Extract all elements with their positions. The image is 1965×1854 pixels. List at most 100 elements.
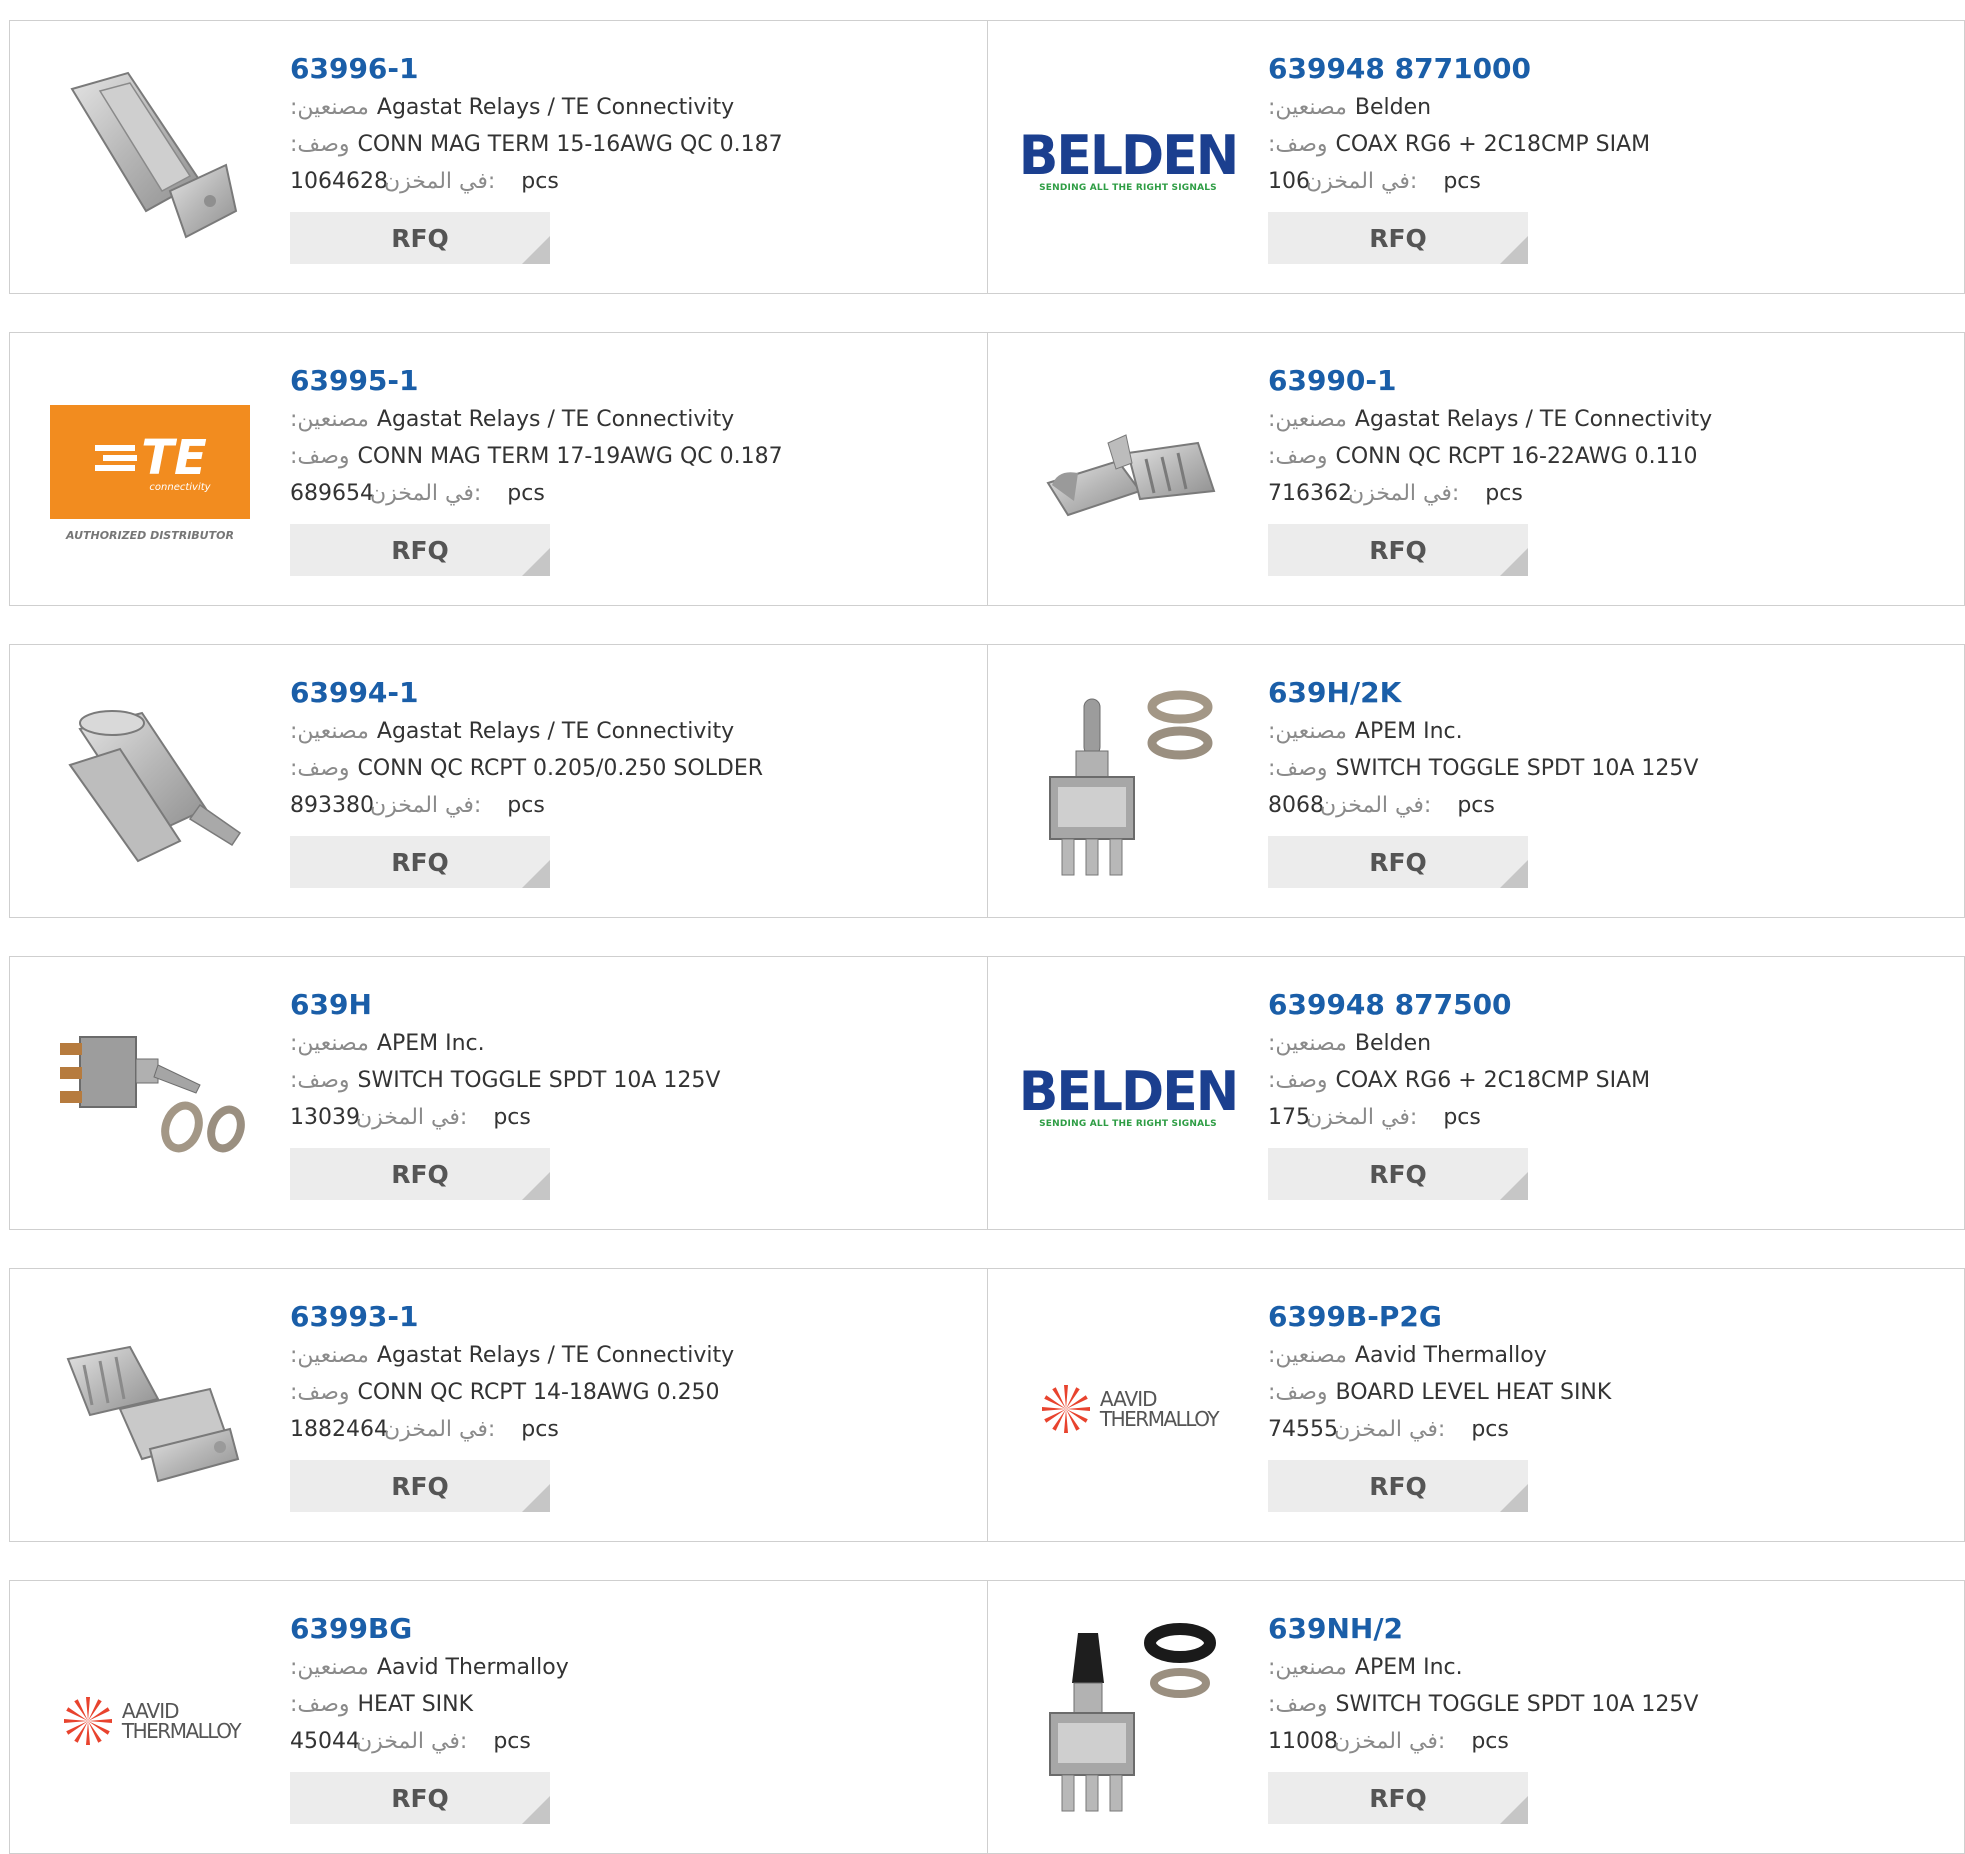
stock-value: 45044: [290, 1729, 360, 1754]
stock-value: 689654: [290, 481, 374, 506]
part-number-link[interactable]: 639H: [290, 985, 720, 1025]
aavid-logo-line1: AAVID: [121, 1699, 180, 1723]
manufacturer-line: :مصنعين APEM Inc.: [1268, 1649, 1698, 1686]
product-image[interactable]: [1028, 1621, 1228, 1821]
rfq-button[interactable]: RFQ: [290, 836, 550, 888]
rfq-label: RFQ: [1369, 847, 1427, 877]
part-number-link[interactable]: 639948 8771000: [1268, 49, 1650, 89]
manufacturer-label: :مصنعين: [290, 1655, 369, 1680]
manufacturer-line: :مصنعين Agastat Relays / TE Connectivity: [290, 89, 783, 126]
rfq-button[interactable]: RFQ: [290, 1148, 550, 1200]
product-row: 63996-1:مصنعين Agastat Relays / TE Connec…: [9, 20, 1965, 294]
description-value: CONN QC RCPT 16-22AWG 0.110: [1335, 444, 1698, 469]
product-image[interactable]: AAVID THERMALLOY: [50, 1621, 250, 1821]
product-image[interactable]: [50, 685, 250, 885]
description-value: COAX RG6 + 2C18CMP SIAM: [1335, 132, 1651, 157]
product-info: 63996-1:مصنعين Agastat Relays / TE Connec…: [290, 49, 783, 264]
product-image[interactable]: TE connectivity AUTHORIZED DISTRIBUTOR: [50, 373, 250, 573]
part-number-link[interactable]: 639948 877500: [1268, 985, 1650, 1025]
stock-unit: pcs: [1471, 1729, 1509, 1754]
description-value: CONN MAG TERM 15-16AWG QC 0.187: [357, 132, 783, 157]
rfq-button[interactable]: RFQ: [290, 1460, 550, 1512]
stock-unit: pcs: [1443, 169, 1481, 194]
product-row: TE connectivity AUTHORIZED DISTRIBUTOR 6399…: [9, 332, 1965, 606]
manufacturer-label: :مصنعين: [1268, 1031, 1347, 1056]
product-row: 63994-1:مصنعين Agastat Relays / TE Connec…: [9, 644, 1965, 918]
te-logo-text: TE: [141, 430, 207, 486]
stock-value: 74555: [1268, 1417, 1338, 1442]
manufacturer-label: :مصنعين: [1268, 95, 1347, 120]
product-image[interactable]: [1028, 685, 1228, 885]
part-number-link[interactable]: 63994-1: [290, 673, 763, 713]
rfq-button[interactable]: RFQ: [1268, 1460, 1528, 1512]
product-image[interactable]: AAVID THERMALLOY: [1028, 1309, 1228, 1509]
stock-unit: pcs: [507, 481, 545, 506]
manufacturer-value: Aavid Thermalloy: [376, 1655, 569, 1680]
description-value: HEAT SINK: [357, 1692, 474, 1717]
description-label: :وصف: [290, 132, 350, 157]
manufacturer-label: :مصنعين: [290, 719, 369, 744]
product-info: 639NH/2:مصنعين APEM Inc.:وصف SWITCH TOGGLE…: [1268, 1609, 1698, 1824]
part-number-link[interactable]: 63996-1: [290, 49, 783, 89]
part-number-link[interactable]: 6399BG: [290, 1609, 569, 1649]
rfq-label: RFQ: [1369, 223, 1427, 253]
part-number-link[interactable]: 639H/2K: [1268, 673, 1698, 713]
product-row: 63993-1:مصنعين Agastat Relays / TE Connec…: [9, 1268, 1965, 1542]
part-number-link[interactable]: 6399B-P2G: [1268, 1297, 1611, 1337]
part-number-link[interactable]: 63995-1: [290, 361, 783, 401]
rfq-button[interactable]: RFQ: [290, 212, 550, 264]
description-label: :وصف: [1268, 756, 1328, 781]
stock-value: 1064628: [290, 169, 388, 194]
product-image[interactable]: [50, 997, 250, 1197]
description-line: :وصف COAX RG6 + 2C18CMP SIAM: [1268, 1062, 1650, 1099]
manufacturer-value: Aavid Thermalloy: [1354, 1343, 1547, 1368]
rfq-button[interactable]: RFQ: [1268, 836, 1528, 888]
description-line: :وصف BOARD LEVEL HEAT SINK: [1268, 1374, 1611, 1411]
product-card: 639H:مصنعين APEM Inc.:وصف SWITCH TOGGLE SP…: [10, 957, 987, 1229]
part-number-link[interactable]: 639NH/2: [1268, 1609, 1698, 1649]
stock-unit: pcs: [1471, 1417, 1509, 1442]
manufacturer-value: Agastat Relays / TE Connectivity: [376, 95, 735, 120]
stock-label: في المخزن:: [1320, 793, 1432, 818]
product-image[interactable]: BELDEN SENDING ALL THE RIGHT SIGNALS: [1019, 61, 1239, 261]
toggle-switch-black-image: [1049, 1623, 1216, 1812]
rfq-button[interactable]: RFQ: [1268, 212, 1528, 264]
qc-terminal-image: [70, 71, 238, 239]
aavid-logo-line2: THERMALLOY: [1099, 1407, 1220, 1431]
rfq-button[interactable]: RFQ: [290, 524, 550, 576]
rfq-button[interactable]: RFQ: [290, 1772, 550, 1824]
product-card: 63990-1:مصنعين Agastat Relays / TE Connec…: [987, 333, 1964, 605]
manufacturer-label: :مصنعين: [290, 1031, 369, 1056]
stock-value: 13039: [290, 1105, 360, 1130]
product-image[interactable]: [50, 1309, 250, 1509]
rfq-button[interactable]: RFQ: [1268, 524, 1528, 576]
rfq-button[interactable]: RFQ: [1268, 1772, 1528, 1824]
product-card: BELDEN SENDING ALL THE RIGHT SIGNALS 63994…: [987, 21, 1964, 293]
description-label: :وصف: [1268, 1068, 1328, 1093]
stock-label: في المخزن:: [369, 481, 482, 506]
rfq-label: RFQ: [1369, 535, 1427, 565]
manufacturer-value: APEM Inc.: [1354, 1655, 1463, 1680]
stock-line: 13039في المخزن: pcs: [290, 1099, 720, 1136]
manufacturer-value: APEM Inc.: [376, 1031, 485, 1056]
manufacturer-line: :مصنعين Agastat Relays / TE Connectivity: [290, 401, 783, 438]
product-image[interactable]: BELDEN SENDING ALL THE RIGHT SIGNALS: [1019, 997, 1239, 1197]
manufacturer-label: :مصنعين: [1268, 407, 1347, 432]
description-value: COAX RG6 + 2C18CMP SIAM: [1335, 1068, 1651, 1093]
rfq-button[interactable]: RFQ: [1268, 1148, 1528, 1200]
product-row: AAVID THERMALLOY 6399BG :مصنعين Aavid Therma…: [9, 1580, 1965, 1854]
manufacturer-line: :مصنعين APEM Inc.: [1268, 713, 1698, 750]
part-number-link[interactable]: 63993-1: [290, 1297, 734, 1337]
product-image[interactable]: [50, 61, 250, 261]
product-image[interactable]: [1028, 373, 1228, 573]
stock-value: 106: [1268, 169, 1310, 194]
stock-value: 716362: [1268, 481, 1352, 506]
description-value: SWITCH TOGGLE SPDT 10A 125V: [1335, 756, 1699, 781]
description-value: BOARD LEVEL HEAT SINK: [1335, 1380, 1612, 1405]
description-line: :وصف SWITCH TOGGLE SPDT 10A 125V: [1268, 1686, 1698, 1723]
manufacturer-line: :مصنعين Agastat Relays / TE Connectivity: [290, 1337, 734, 1374]
stock-label: في المخزن:: [1347, 481, 1460, 506]
rfq-label: RFQ: [1369, 1783, 1427, 1813]
part-number-link[interactable]: 63990-1: [1268, 361, 1712, 401]
stock-unit: pcs: [521, 1417, 559, 1442]
